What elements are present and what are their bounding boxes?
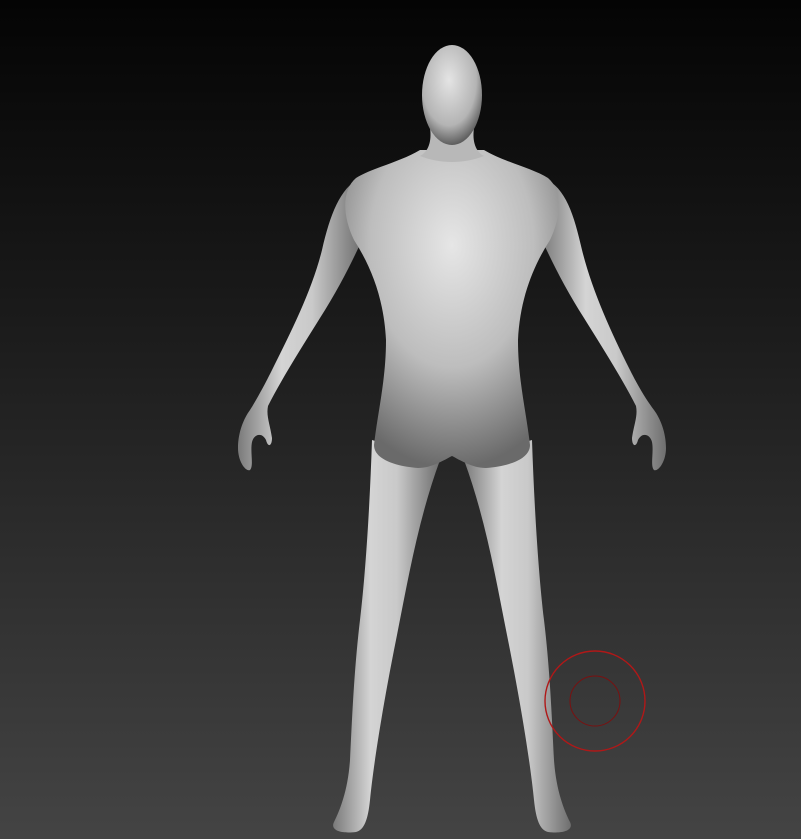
right-leg[interactable] [464, 440, 571, 833]
brush-outer-ring [544, 650, 646, 752]
brush-cursor [544, 650, 646, 752]
left-arm[interactable] [238, 178, 362, 471]
right-arm[interactable] [542, 178, 666, 471]
torso[interactable] [345, 150, 559, 468]
head[interactable] [422, 45, 482, 145]
sculpt-viewport[interactable] [0, 0, 801, 839]
viewport-canvas[interactable] [0, 0, 801, 839]
brush-inner-ring [569, 675, 621, 727]
human-base-mesh[interactable] [238, 45, 666, 833]
left-leg[interactable] [333, 440, 440, 833]
